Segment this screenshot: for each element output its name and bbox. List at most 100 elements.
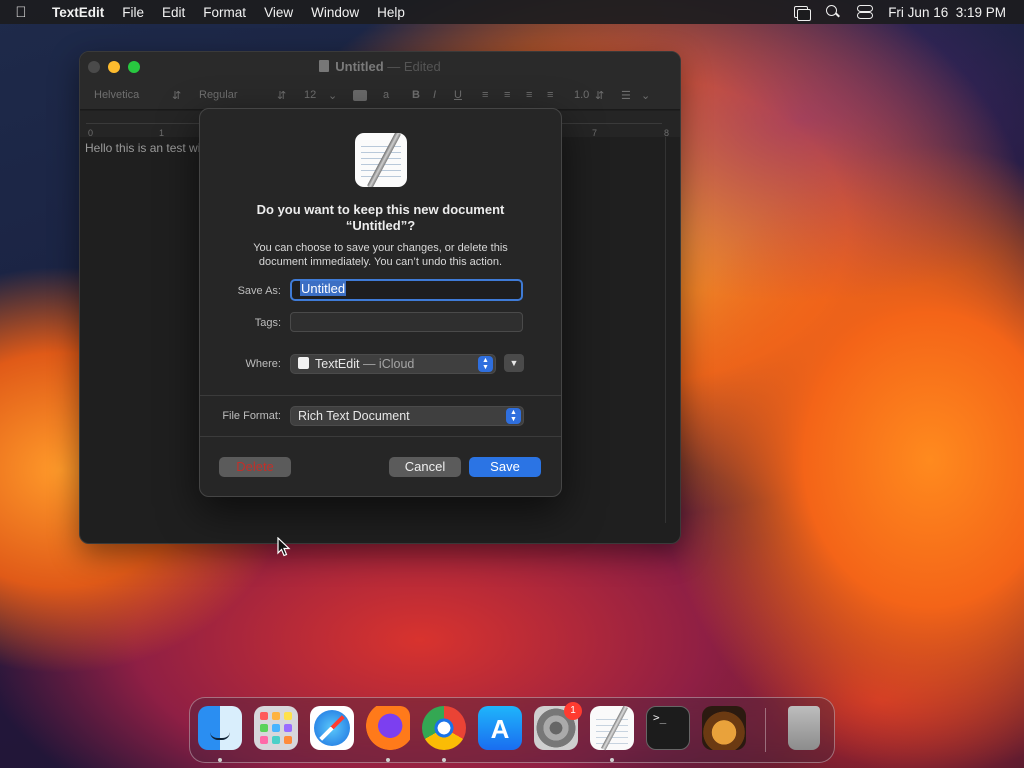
chevron-updown-icon: ⇵ [595, 90, 605, 102]
align-justify-icon[interactable]: ≡ [547, 89, 553, 101]
launchpad-tile [260, 712, 268, 720]
launchpad-tile [260, 724, 268, 732]
format-toolbar: Helvetica ⇵ Regular ⇵ 12 ⌄ a B I U ≡ ≡ ≡… [80, 82, 680, 110]
mouse-pointer-icon [277, 537, 291, 557]
chevron-updown-icon: ▲ ▼ [506, 408, 521, 424]
window-title-status: — Edited [387, 59, 441, 74]
dialog-heading: Do you want to keep this new document “U… [220, 202, 541, 234]
launchpad-icon[interactable] [254, 706, 298, 750]
terminal-icon[interactable] [646, 706, 690, 750]
menu-app-name[interactable]: TextEdit [42, 5, 113, 20]
dialog-heading-line-2: “Untitled”? [345, 218, 416, 233]
align-right-icon[interactable]: ≡ [526, 89, 532, 101]
dialog-message: You can choose to save your changes, or … [230, 241, 531, 269]
apple-menu-icon[interactable]:  [0, 4, 42, 21]
chevron-updown-icon: ⇵ [277, 90, 287, 102]
firefox-icon[interactable] [366, 706, 410, 750]
finder-icon[interactable] [198, 706, 242, 750]
window-title: Untitled — Edited [80, 59, 680, 74]
chevron-down-icon: ⌄ [328, 90, 338, 102]
menu-view[interactable]: View [255, 5, 302, 20]
cancel-button[interactable]: Cancel [389, 457, 461, 477]
bold-icon[interactable]: B [412, 89, 420, 101]
text-color-well[interactable] [353, 90, 367, 101]
running-indicator [610, 758, 614, 762]
textedit-dock-icon[interactable] [590, 706, 634, 750]
launchpad-tile [260, 736, 268, 744]
launchpad-tile [284, 712, 292, 720]
chevron-updown-icon: ▲ ▼ [478, 356, 493, 372]
ruler-mark: 7 [592, 128, 598, 138]
where-popup[interactable]: TextEdit — iCloud ▲ ▼ [290, 354, 496, 374]
notification-badge: 1 [564, 702, 582, 720]
where-location: — iCloud [362, 357, 415, 371]
launchpad-tile [272, 736, 280, 744]
launchpad-tile [284, 724, 292, 732]
dialog-heading-line-1: Do you want to keep this new document [256, 202, 505, 217]
running-indicator [218, 758, 222, 762]
file-format-popup[interactable]: Rich Text Document ▲ ▼ [290, 406, 524, 426]
font-style-popup[interactable]: Regular [199, 89, 238, 101]
font-size-popup[interactable]: 12 [304, 89, 316, 101]
highlight-color-icon[interactable]: a [383, 89, 389, 101]
where-value: TextEdit [315, 357, 360, 371]
menu-format[interactable]: Format [194, 5, 255, 20]
delete-button[interactable]: Delete [219, 457, 291, 477]
chevron-down-icon: ⌄ [641, 90, 651, 102]
list-bullets-icon[interactable]: ☰ [621, 89, 631, 102]
save-as-field[interactable]: Untitled [290, 279, 523, 301]
ruler-mark: 1 [159, 128, 165, 138]
save-as-label: Save As: [237, 285, 281, 297]
menu-help[interactable]: Help [368, 5, 414, 20]
save-as-value: Untitled [300, 281, 347, 296]
dialog-separator [200, 395, 561, 396]
control-center-icon[interactable] [856, 5, 874, 19]
app-store-icon[interactable] [478, 706, 522, 750]
menu-bar:  TextEdit File Edit Format View Window … [0, 0, 1024, 24]
document-icon [319, 60, 330, 72]
underline-icon[interactable]: U [454, 89, 462, 101]
launchpad-tile [272, 712, 280, 720]
launchpad-tile [284, 736, 292, 744]
window-titlebar[interactable]: Untitled — Edited [80, 52, 680, 82]
file-format-value: Rich Text Document [298, 409, 410, 423]
italic-icon[interactable]: I [433, 89, 436, 101]
tags-label: Tags: [254, 317, 281, 329]
document-margin-edge [665, 137, 666, 523]
garageband-icon[interactable] [702, 706, 746, 750]
ruler-mark: 0 [88, 128, 94, 138]
menu-edit[interactable]: Edit [153, 5, 194, 20]
chevron-updown-icon: ⇵ [172, 90, 182, 102]
dialog-separator [200, 436, 561, 437]
chrome-icon[interactable] [422, 706, 466, 750]
file-format-label: File Format: [222, 410, 281, 422]
safari-icon[interactable] [310, 706, 354, 750]
dialog-message-line-2: document immediately. You can’t undo thi… [258, 256, 503, 268]
align-center-icon[interactable]: ≡ [504, 89, 510, 101]
dialog-message-line-1: You can choose to save your changes, or … [253, 242, 508, 254]
spotlight-search-icon[interactable] [824, 5, 842, 19]
dock-divider [765, 708, 766, 752]
screen-mirroring-icon[interactable] [792, 5, 812, 21]
expand-chevron-button[interactable]: ▼ [504, 354, 524, 372]
running-indicator [386, 758, 390, 762]
window-title-text: Untitled [335, 59, 384, 74]
textedit-folder-icon [298, 357, 309, 369]
where-label: Where: [245, 358, 281, 370]
save-button[interactable]: Save [469, 457, 541, 477]
trash-icon[interactable] [788, 706, 820, 750]
menu-bar-status-area: Fri Jun 16 3:19 PM [792, 0, 1006, 24]
tags-field[interactable] [290, 312, 523, 332]
menu-file[interactable]: File [113, 5, 153, 20]
document-text[interactable]: Hello this is an test wi [85, 141, 200, 155]
font-family-popup[interactable]: Helvetica [94, 89, 139, 101]
running-indicator [442, 758, 446, 762]
launchpad-tile [272, 724, 280, 732]
save-dialog: Do you want to keep this new document “U… [199, 108, 562, 497]
dock: 1 [189, 697, 835, 763]
menu-bar-clock[interactable]: Fri Jun 16 3:19 PM [888, 5, 1006, 20]
textedit-app-icon [355, 133, 407, 187]
menu-window[interactable]: Window [302, 5, 368, 20]
align-left-icon[interactable]: ≡ [482, 89, 488, 101]
line-spacing-popup[interactable]: 1.0 [574, 89, 589, 101]
